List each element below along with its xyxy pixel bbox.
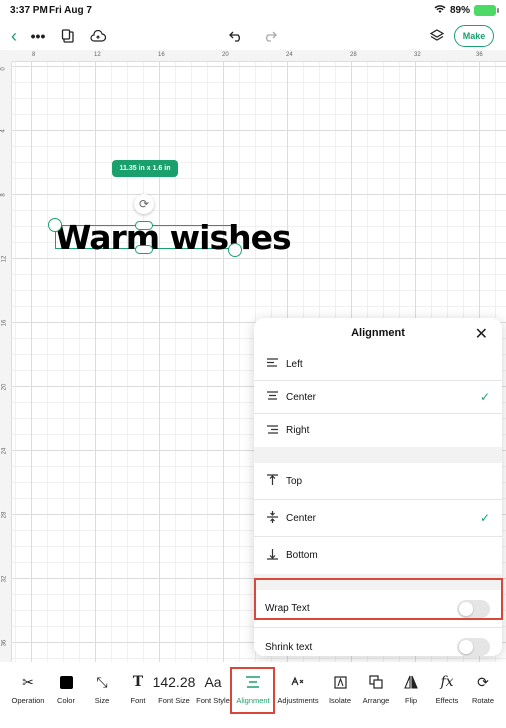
ruler-label: 8 xyxy=(0,193,7,197)
ruler-label: 32 xyxy=(414,52,421,58)
align-right-icon xyxy=(266,424,278,437)
ruler-label: 12 xyxy=(1,255,8,263)
ruler-label: 20 xyxy=(1,383,8,391)
top-resize-handle[interactable] xyxy=(135,221,153,230)
scale-handle[interactable] xyxy=(228,243,242,257)
ruler-label: 32 xyxy=(1,575,8,583)
option-label: Center xyxy=(286,512,317,524)
wifi-icon xyxy=(434,4,446,17)
align-left-icon xyxy=(266,358,278,370)
ruler-label: 0 xyxy=(0,67,7,71)
ruler-label: 24 xyxy=(1,447,8,455)
section-divider xyxy=(254,447,502,463)
battery-icon xyxy=(474,5,499,16)
align-left-option[interactable]: Left xyxy=(254,348,502,381)
shrink-text-toggle[interactable] xyxy=(457,638,490,656)
option-label: Left xyxy=(286,358,303,370)
tool-label: Rotate xyxy=(471,696,495,705)
cloud-upload-icon[interactable] xyxy=(88,26,108,46)
layers-icon[interactable] xyxy=(427,26,447,46)
tool-rotate[interactable]: ⟳ Rotate xyxy=(460,672,506,706)
ruler-label: 28 xyxy=(1,511,8,519)
size-badge: 11.35 in x 1.6 in xyxy=(112,160,178,177)
shrink-text-row: Shrink text xyxy=(254,628,502,656)
align-bottom-option[interactable]: Bottom xyxy=(254,537,502,574)
alignment-highlight xyxy=(230,667,275,714)
clipboard-icon[interactable] xyxy=(58,26,78,46)
ruler-label: 28 xyxy=(350,52,357,58)
ruler-left: 0 4 8 12 16 20 24 28 32 36 xyxy=(0,62,12,662)
ruler-label: 36 xyxy=(476,52,483,58)
align-top-option[interactable]: Top xyxy=(254,463,502,500)
align-middle-icon xyxy=(266,510,278,526)
align-center-option[interactable]: Center ✓ xyxy=(254,381,502,414)
ruler-top: 8 12 16 20 24 28 32 36 xyxy=(12,50,506,62)
status-bar: 3:37 PM Fri Aug 7 89% xyxy=(0,0,506,20)
ruler-label: 16 xyxy=(158,52,165,58)
align-center-icon xyxy=(266,391,278,403)
panel-title: Alignment xyxy=(351,327,405,339)
checkmark-icon: ✓ xyxy=(479,511,490,525)
ruler-label: 8 xyxy=(32,52,36,58)
status-right: 89% xyxy=(434,4,499,17)
ruler-label: 24 xyxy=(286,52,293,58)
rotate-handle-icon[interactable]: ⟳ xyxy=(134,194,154,214)
ruler-corner xyxy=(0,50,12,62)
make-button[interactable]: Make xyxy=(454,25,494,47)
align-bottom-icon xyxy=(266,548,278,563)
option-label: Center xyxy=(286,391,317,403)
top-toolbar: ‹ ••• Make xyxy=(0,22,506,50)
undo-icon[interactable] xyxy=(226,26,246,46)
back-chevron-icon[interactable]: ‹ xyxy=(4,26,24,46)
ruler-label: 12 xyxy=(94,52,101,58)
option-label: Top xyxy=(286,475,303,487)
ruler-label: 20 xyxy=(222,52,229,58)
close-icon[interactable]: ✕ xyxy=(475,324,488,344)
shrink-text-label: Shrink text xyxy=(265,641,313,653)
delete-handle[interactable] xyxy=(48,218,62,232)
wrap-text-highlight xyxy=(254,578,503,620)
status-date: Fri Aug 7 xyxy=(49,5,92,16)
align-top-icon xyxy=(266,474,278,488)
redo-icon[interactable] xyxy=(260,26,280,46)
rotate-icon: ⟳ xyxy=(477,673,489,690)
align-middle-option[interactable]: Center ✓ xyxy=(254,500,502,537)
option-label: Right xyxy=(286,425,310,436)
checkmark-icon: ✓ xyxy=(479,390,490,404)
ruler-label: 16 xyxy=(1,319,8,327)
panel-header: Alignment ✕ xyxy=(254,318,502,348)
align-right-option[interactable]: Right xyxy=(254,414,502,447)
tool-label: Adjustments xyxy=(277,696,319,705)
more-options-icon[interactable]: ••• xyxy=(28,26,48,46)
tool-adjustments[interactable]: Adjustments xyxy=(275,672,321,705)
option-label: Bottom xyxy=(286,550,318,561)
bottom-resize-handle[interactable] xyxy=(135,245,153,254)
ruler-label: 36 xyxy=(1,639,8,647)
ruler-label: 4 xyxy=(0,129,7,133)
status-time: 3:37 PM xyxy=(10,5,48,16)
adjust-spacing-icon xyxy=(275,672,321,692)
battery-percent: 89% xyxy=(449,5,470,16)
